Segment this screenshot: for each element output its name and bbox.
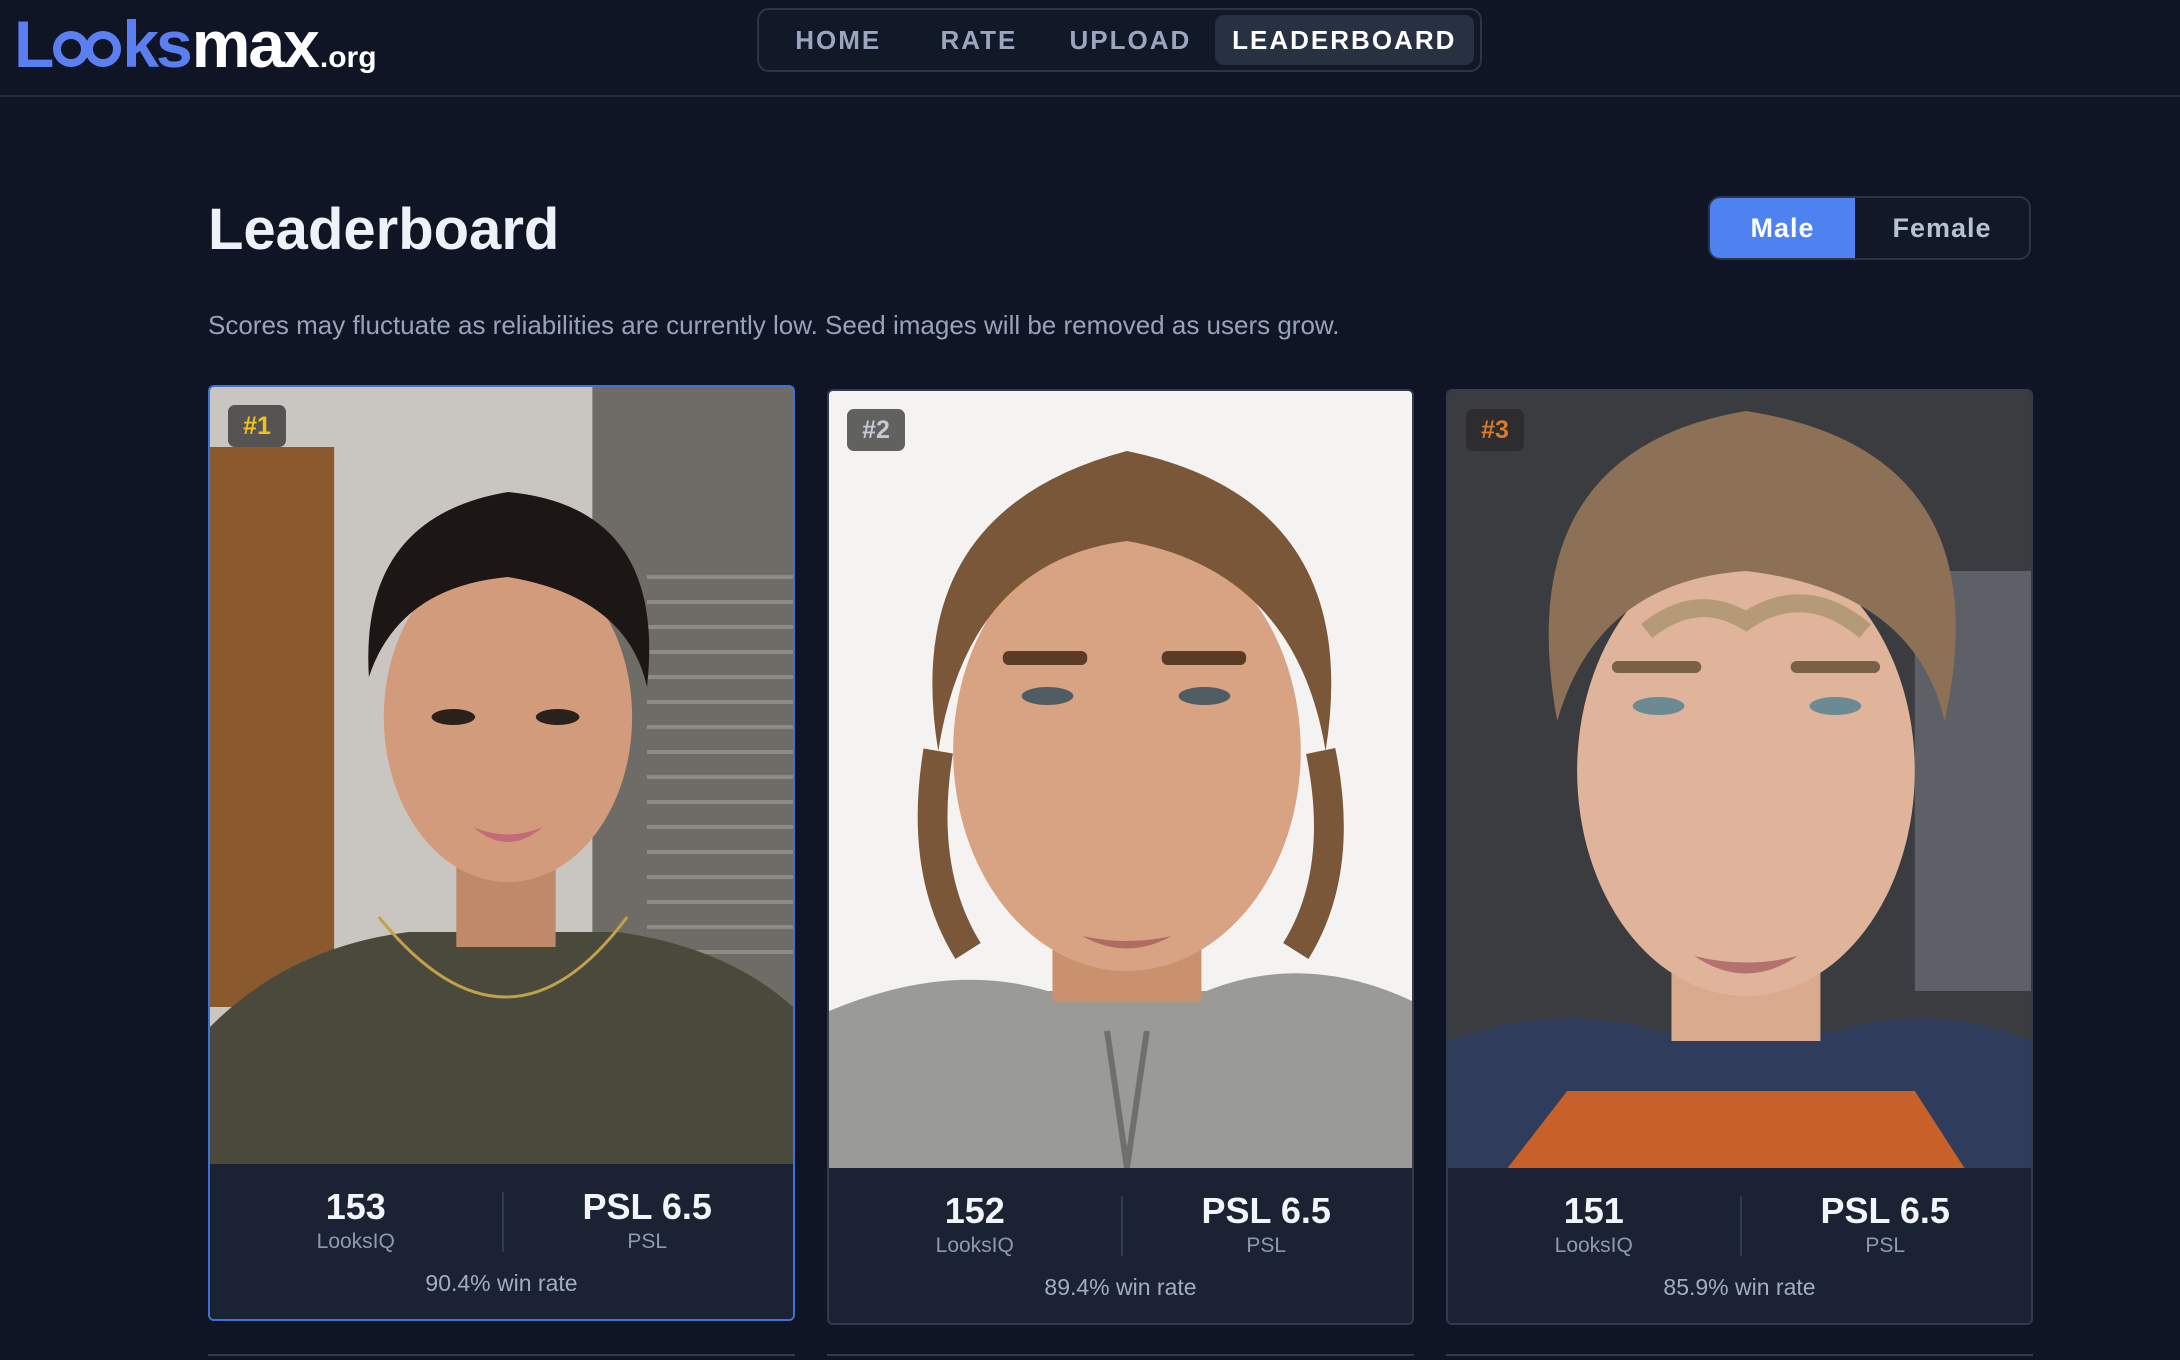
win-rate: 90.4% win rate <box>425 1270 578 1296</box>
top-bar: L ks max .org HOME RATE UPLOAD LEADERBOA… <box>0 0 2180 97</box>
rank-badge: #2 <box>847 409 905 451</box>
leaderboard-card-1[interactable]: #1 153 LooksIQ PSL 6.5 PSL 90.4% win rat… <box>208 385 795 1321</box>
nav-upload[interactable]: UPLOAD <box>1046 15 1214 65</box>
card-stats: 153 LooksIQ PSL 6.5 PSL 90.4% win rate <box>210 1164 793 1319</box>
card-stats: 152 LooksIQ PSL 6.5 PSL 89.4% win rate <box>829 1168 1412 1323</box>
leaderboard-card-3[interactable]: #3 151 LooksIQ PSL 6.5 PSL 85.9% win rat… <box>1446 389 2033 1325</box>
gender-option-female[interactable]: Female <box>1855 198 2029 258</box>
logo-suffix: .org <box>319 41 377 74</box>
page-subtitle: Scores may fluctuate as reliabilities ar… <box>208 310 1340 340</box>
looksiq-label: LooksIQ <box>935 1234 1014 1257</box>
main-nav: HOME RATE UPLOAD LEADERBOARD <box>757 8 1482 72</box>
logo-word-max: max <box>191 7 320 81</box>
person-photo <box>210 387 793 1164</box>
gender-option-male[interactable]: Male <box>1710 198 1855 258</box>
card-stats: 151 LooksIQ PSL 6.5 PSL 85.9% win rate <box>1448 1168 2031 1323</box>
logo-letter-l: L <box>14 7 54 81</box>
nav-rate[interactable]: RATE <box>912 15 1047 65</box>
psl-label: PSL <box>627 1230 668 1253</box>
psl-stat: PSL 6.5 PSL <box>1740 1190 2032 1258</box>
leaderboard-card-2[interactable]: #2 152 LooksIQ PSL 6.5 PSL 89.4% win rat… <box>827 389 1414 1325</box>
looksiq-value: 151 <box>1563 1190 1624 1231</box>
page-title: Leaderboard <box>208 197 560 262</box>
psl-label: PSL <box>1246 1234 1287 1257</box>
looksiq-value: 153 <box>325 1186 386 1227</box>
rank-badge: #1 <box>228 405 286 447</box>
nav-leaderboard[interactable]: LEADERBOARD <box>1214 15 1474 65</box>
next-row-card-edge <box>1446 1354 2033 1360</box>
next-row-card-edge <box>208 1354 795 1360</box>
looksiq-stat: 153 LooksIQ <box>210 1186 502 1254</box>
gender-toggle: Male Female <box>1708 196 2031 260</box>
win-rate: 85.9% win rate <box>1663 1274 1816 1300</box>
logo-letters-ks: ks <box>122 7 192 81</box>
win-rate: 89.4% win rate <box>1044 1274 1197 1300</box>
psl-label: PSL <box>1865 1234 1906 1257</box>
looksiq-stat: 152 LooksIQ <box>829 1190 1121 1258</box>
rank-badge: #3 <box>1466 409 1524 451</box>
person-photo <box>829 391 1412 1168</box>
next-row-card-edge <box>827 1354 1414 1360</box>
nav-home[interactable]: HOME <box>765 15 912 65</box>
psl-value: PSL 6.5 <box>582 1186 712 1227</box>
looksiq-stat: 151 LooksIQ <box>1448 1190 1740 1258</box>
psl-stat: PSL 6.5 PSL <box>502 1186 794 1254</box>
looksiq-value: 152 <box>944 1190 1005 1231</box>
psl-value: PSL 6.5 <box>1201 1190 1331 1231</box>
psl-value: PSL 6.5 <box>1820 1190 1950 1231</box>
psl-stat: PSL 6.5 PSL <box>1121 1190 1413 1258</box>
looksiq-label: LooksIQ <box>316 1230 395 1253</box>
person-photo <box>1448 391 2031 1168</box>
site-logo[interactable]: L ks max .org <box>14 6 377 81</box>
looksiq-label: LooksIQ <box>1554 1234 1633 1257</box>
logo-oo-mark <box>53 17 122 67</box>
